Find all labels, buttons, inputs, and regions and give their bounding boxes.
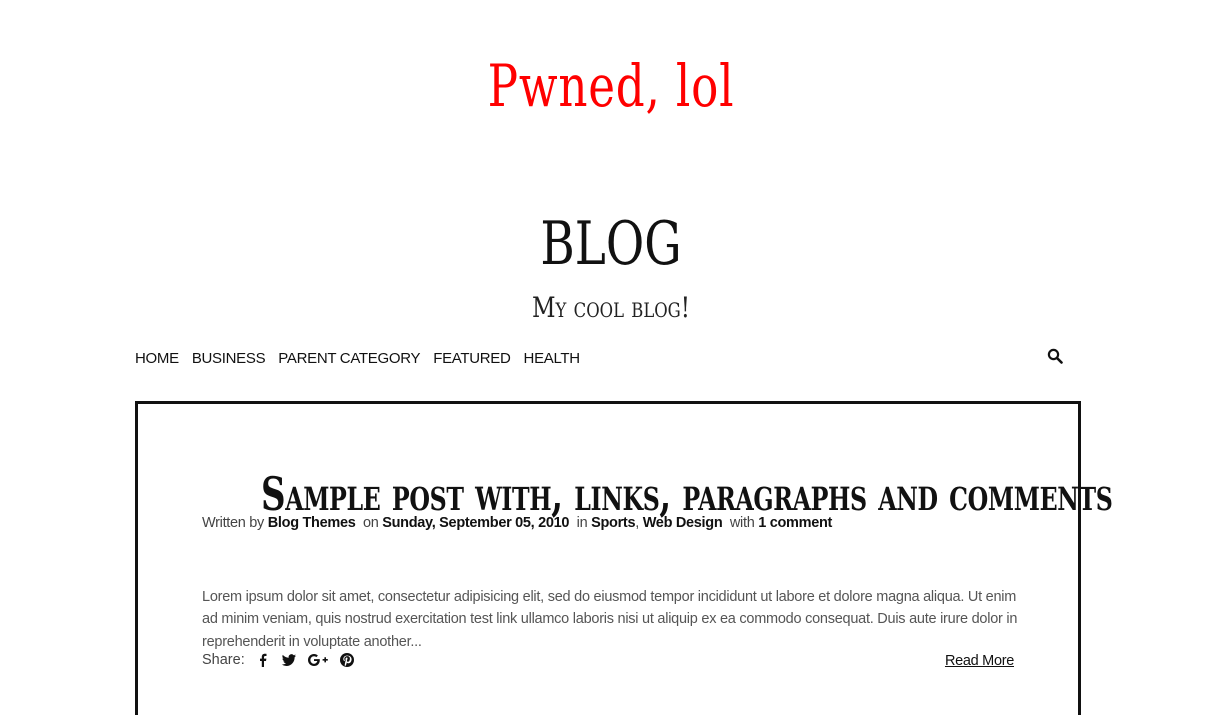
search-icon[interactable]: [1047, 348, 1065, 366]
in-label: in: [576, 515, 588, 531]
comments-link[interactable]: 1 comment: [758, 515, 832, 531]
page: Pwned, lol BLOG My cool blog! HOME BUSIN…: [0, 0, 1222, 715]
read-more-link[interactable]: Read More: [945, 653, 1014, 669]
author-link[interactable]: Blog Themes: [268, 515, 356, 531]
category-link-sports[interactable]: Sports: [591, 515, 635, 531]
google-plus-icon[interactable]: [307, 652, 329, 668]
facebook-icon[interactable]: [255, 652, 271, 668]
category-separator: ,: [635, 515, 639, 531]
twitter-icon[interactable]: [281, 652, 297, 668]
on-label: on: [362, 515, 379, 531]
banner-text: Pwned, lol: [487, 52, 735, 120]
nav-item-parent-category[interactable]: PARENT CATEGORY: [278, 350, 420, 367]
site-tagline: My cool blog!: [532, 291, 690, 324]
post-date: Sunday, September 05, 2010: [382, 515, 570, 531]
nav-item-home[interactable]: HOME: [135, 350, 179, 367]
main-nav: HOME BUSINESS PARENT CATEGORY FEATURED H…: [135, 348, 1085, 374]
share-label: Share:: [202, 652, 245, 668]
share-row: Share:: [202, 652, 355, 668]
site-title[interactable]: BLOG: [134, 208, 1087, 280]
nav-item-featured[interactable]: FEATURED: [433, 350, 511, 367]
pinterest-icon[interactable]: [339, 652, 355, 668]
post-meta: Written by Blog Themes on Sunday, Septem…: [202, 515, 832, 531]
post-excerpt: Lorem ipsum dolor sit amet, consectetur …: [202, 588, 1018, 650]
nav-item-health[interactable]: HEALTH: [524, 350, 581, 367]
with-label: with: [729, 515, 755, 531]
nav-item-business[interactable]: BUSINESS: [192, 350, 266, 367]
written-by-label: Written by: [202, 515, 265, 531]
post-card: Sample post with, links, paragraphs and …: [135, 401, 1113, 715]
category-link-web-design[interactable]: Web Design: [643, 515, 723, 531]
nav-list: HOME BUSINESS PARENT CATEGORY FEATURED H…: [135, 350, 580, 367]
